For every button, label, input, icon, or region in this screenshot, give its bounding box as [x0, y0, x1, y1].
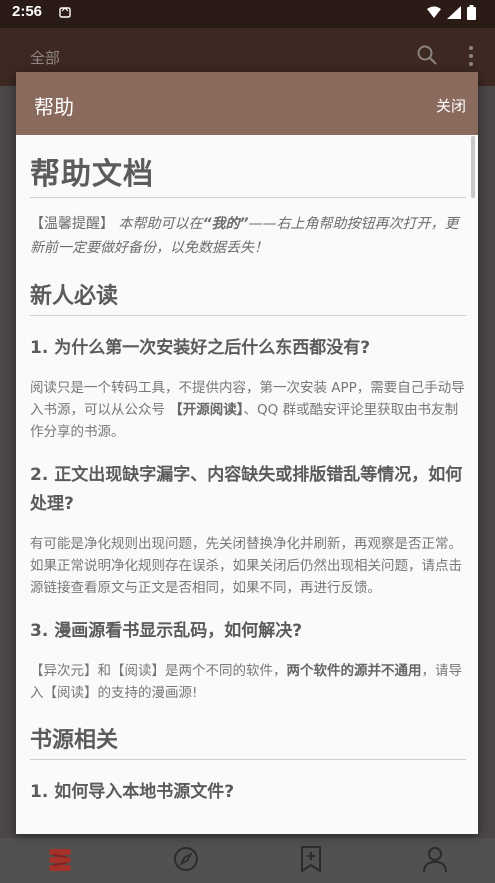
- question-4: 1. 如何导入本地书源文件?: [30, 782, 235, 802]
- tip-paragraph: 【温馨提醒】 本帮助可以在“我的”——右上角帮助按钮再次打开，更新前一定要做好备…: [30, 212, 466, 260]
- answer-1-bold: 【开源阅读】: [169, 402, 244, 418]
- answer-2: 有可能是净化规则出现问题，先关闭替换净化并刷新，再观察是否正常。如果正常说明净化…: [30, 536, 462, 596]
- question-2: 2. 正文出现缺字漏字、内容缺失或排版错乱等情况，如何处理?: [30, 465, 463, 514]
- more-vert-icon[interactable]: [466, 44, 476, 68]
- status-time: 2:56: [12, 3, 43, 20]
- answer-3-text: 【异次元】和【阅读】是两个不同的软件，: [30, 663, 287, 679]
- person-icon[interactable]: [420, 844, 450, 874]
- answer-3: 【异次元】和【阅读】是两个不同的软件，两个软件的源并不通用，请导入【阅读】的支持…: [30, 660, 466, 704]
- answer-1: 阅读只是一个转码工具，不提供内容，第一次安装 APP，需要自己手动导入书源，可以…: [30, 377, 466, 443]
- bookmark-plus-icon[interactable]: [296, 844, 326, 874]
- dialog-title: 帮助: [34, 95, 74, 119]
- help-dialog: 帮助 关闭 帮助文档 【温馨提醒】 本帮助可以在“我的”——右上角帮助按钮再次打…: [16, 72, 478, 834]
- system-status-icons: [427, 5, 476, 20]
- tip-tag: 【温馨提醒】: [30, 216, 114, 232]
- books-icon[interactable]: [45, 844, 75, 874]
- question-3: 3. 漫画源看书显示乱码，如何解决?: [30, 621, 303, 641]
- search-icon[interactable]: [416, 44, 438, 66]
- dialog-header: 帮助 关闭: [16, 72, 478, 135]
- doc-title: 帮助文档: [30, 149, 466, 198]
- bottom-navigation: [0, 838, 495, 883]
- close-button[interactable]: 关闭: [436, 95, 466, 116]
- notification-icon: [59, 7, 71, 18]
- status-bar: 2:56: [0, 0, 495, 28]
- answer-3-bold: 两个软件的源并不通用: [286, 663, 422, 679]
- section-heading-source: 书源相关: [30, 722, 466, 760]
- tip-mine: “我的”: [202, 216, 249, 232]
- help-document[interactable]: 帮助文档 【温馨提醒】 本帮助可以在“我的”——右上角帮助按钮再次打开，更新前一…: [16, 135, 478, 834]
- compass-icon[interactable]: [171, 844, 201, 874]
- app-bar-title: 全部: [30, 49, 61, 67]
- tip-text: 本帮助可以在: [114, 216, 203, 232]
- section-heading-newbie: 新人必读: [30, 278, 466, 316]
- question-1: 1. 为什么第一次安装好之后什么东西都没有?: [30, 338, 371, 358]
